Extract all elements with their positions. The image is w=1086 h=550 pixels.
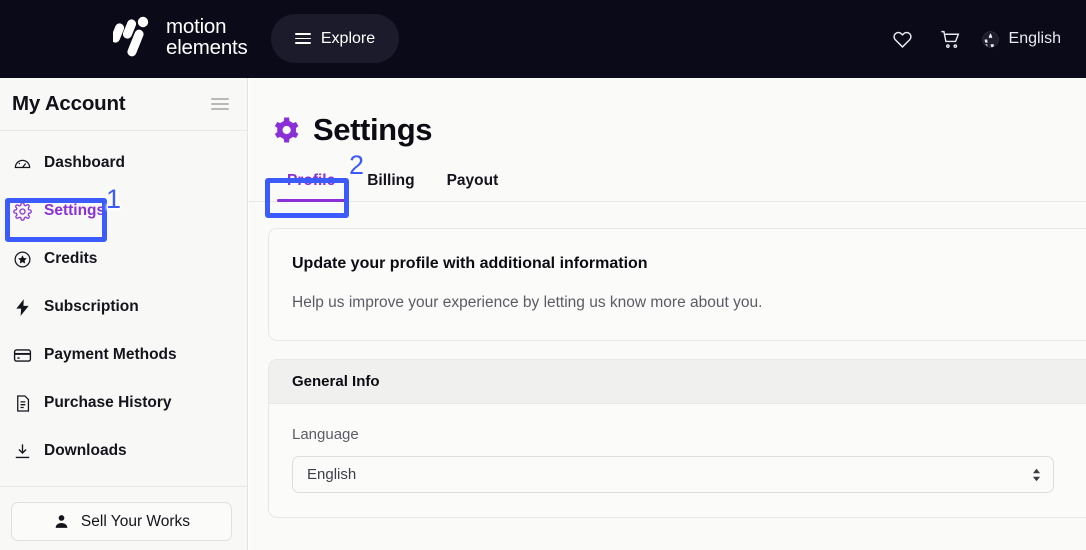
sidebar-collapse-icon[interactable] — [211, 98, 229, 110]
globe-icon — [982, 31, 998, 49]
gear-icon — [12, 201, 32, 221]
main-content: Settings Profile Billing Payout Update y… — [249, 78, 1086, 550]
sidebar-item-label: Downloads — [44, 442, 127, 459]
sidebar-item-subscription[interactable]: Subscription — [0, 283, 247, 331]
logo-line-1: motion — [166, 15, 227, 39]
sidebar-item-settings[interactable]: Settings — [0, 187, 247, 235]
tab-billing[interactable]: Billing — [351, 172, 430, 201]
sidebar-item-label: Subscription — [44, 298, 139, 315]
hamburger-menu-icon — [294, 33, 311, 44]
shopping-cart-icon[interactable] — [927, 15, 975, 63]
tab-label: Billing — [367, 172, 415, 189]
sidebar-item-label: Purchase History — [44, 394, 172, 411]
chevron-updown-icon — [1032, 468, 1041, 481]
sidebar-item-label: Payment Methods — [44, 346, 177, 363]
sidebar-item-downloads[interactable]: Downloads — [0, 427, 247, 475]
language-select-value: English — [307, 466, 357, 483]
language-selector[interactable]: English — [981, 30, 1061, 49]
dashboard-gauge-icon — [12, 153, 32, 173]
motion-elements-logo-icon — [113, 16, 149, 57]
sidebar-title: My Account — [12, 92, 126, 115]
sidebar-item-credits[interactable]: Credits — [0, 235, 247, 283]
sidebar-item-dashboard[interactable]: Dashboard — [0, 139, 247, 187]
sell-your-works-button[interactable]: Sell Your Works — [11, 502, 232, 541]
explore-button-label: Explore — [320, 29, 376, 47]
profile-info-subtext: Help us improve your experience by letti… — [292, 294, 763, 311]
account-sidebar: My Account Dashboard Settings Credits Su… — [0, 78, 248, 550]
wishlist-heart-icon[interactable] — [879, 15, 927, 63]
top-header-bar: motion elements Explore English — [0, 0, 1086, 78]
sidebar-item-label: Credits — [44, 250, 98, 267]
user-person-icon — [55, 515, 68, 528]
header-actions: English — [879, 0, 1061, 78]
language-field-label: Language — [292, 426, 359, 443]
language-label: English — [1008, 30, 1061, 47]
sidebar-item-label: Settings — [44, 202, 106, 219]
lightning-bolt-icon — [12, 297, 32, 317]
tab-label: Profile — [287, 172, 336, 189]
sell-your-works-label: Sell Your Works — [80, 512, 191, 530]
explore-button[interactable]: Explore — [271, 14, 399, 63]
language-select[interactable]: English — [292, 456, 1054, 493]
tab-profile[interactable]: Profile — [271, 172, 351, 202]
download-icon — [12, 441, 32, 461]
credit-card-icon — [12, 345, 32, 365]
profile-info-card: Update your profile with additional info… — [268, 228, 1086, 341]
gear-icon — [274, 117, 299, 143]
profile-info-heading: Update your profile with additional info… — [292, 255, 648, 272]
settings-tabs: Profile Billing Payout — [249, 172, 1086, 202]
general-info-card: General Info Language English — [268, 359, 1086, 518]
page-header: Settings — [249, 78, 1086, 148]
tab-label: Payout — [446, 172, 499, 189]
general-info-title: General Info — [269, 360, 1086, 404]
sidebar-nav: Dashboard Settings Credits Subscription … — [0, 131, 247, 475]
page-title: Settings — [313, 112, 433, 147]
logo-line-2: elements — [166, 36, 248, 59]
tab-payout[interactable]: Payout — [431, 172, 515, 201]
site-logo[interactable]: motion elements — [113, 15, 248, 61]
logo-wordmark: motion elements — [166, 15, 248, 59]
sidebar-divider — [0, 486, 247, 487]
sidebar-item-label: Dashboard — [44, 154, 125, 171]
star-circle-icon — [12, 249, 32, 269]
sidebar-item-payment-methods[interactable]: Payment Methods — [0, 331, 247, 379]
sidebar-header: My Account — [0, 78, 247, 131]
document-list-icon — [12, 393, 32, 413]
sidebar-item-purchase-history[interactable]: Purchase History — [0, 379, 247, 427]
